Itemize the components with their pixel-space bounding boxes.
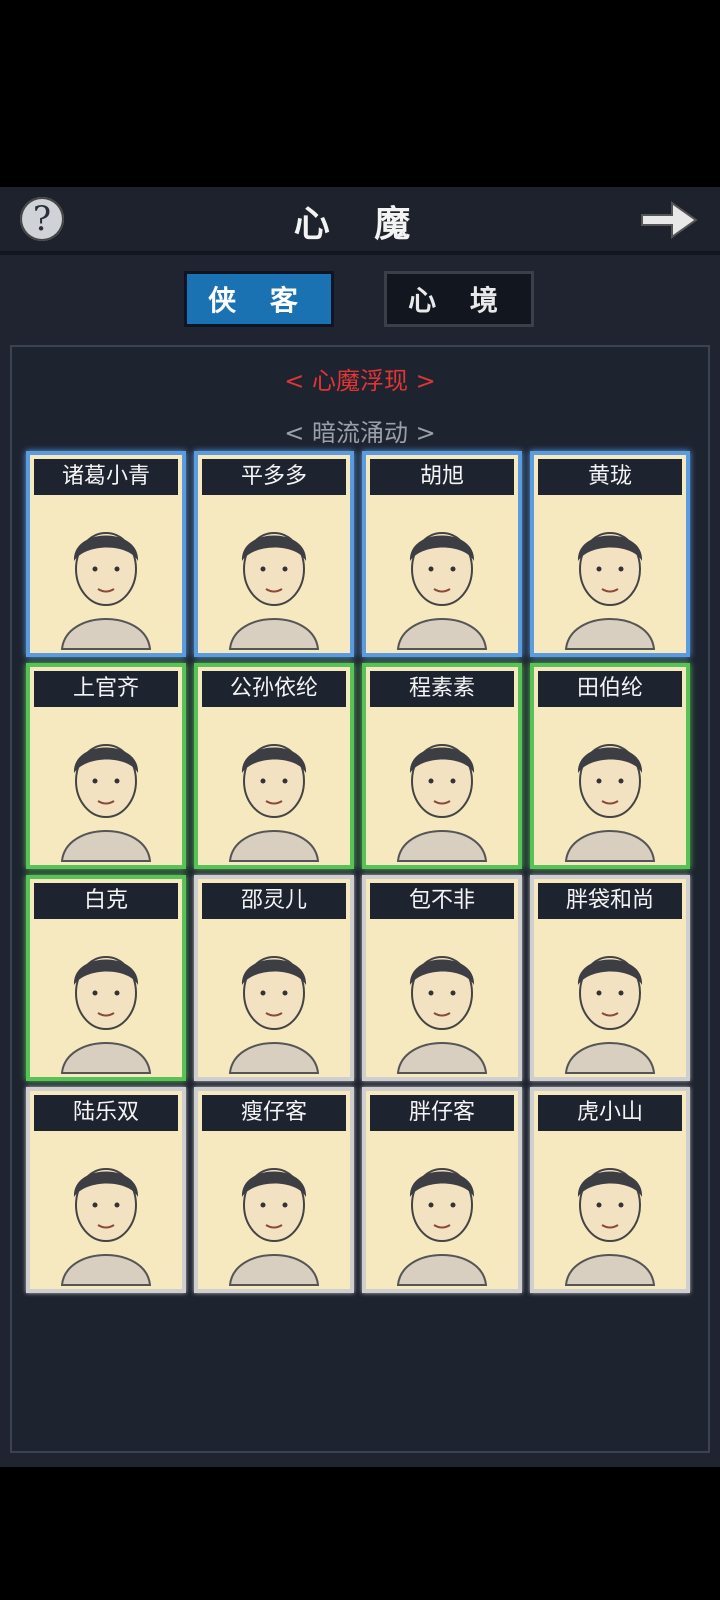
character-card[interactable]: 邵灵儿 bbox=[194, 875, 354, 1081]
character-name: 胖袋和尚 bbox=[538, 883, 682, 919]
app-frame: ? 心 魔 侠 客 心 境 < 心魔浮现 > < 暗流涌动 > 诸葛小青 平多多胡… bbox=[0, 187, 720, 1467]
character-card[interactable]: 诸葛小青 bbox=[26, 451, 186, 657]
character-portrait bbox=[32, 711, 180, 863]
character-name: 程素素 bbox=[370, 671, 514, 707]
character-card[interactable]: 包不非 bbox=[362, 875, 522, 1081]
tab-xinjing[interactable]: 心 境 bbox=[384, 271, 534, 327]
character-name: 公孙依纶 bbox=[202, 671, 346, 707]
character-card[interactable]: 黄珑 bbox=[530, 451, 690, 657]
character-panel: < 心魔浮现 > < 暗流涌动 > 诸葛小青 平多多 胡旭 黄珑上官齐 公孙依纶 程素素田… bbox=[10, 345, 710, 1453]
character-portrait bbox=[200, 499, 348, 651]
character-card[interactable]: 胖袋和尚 bbox=[530, 875, 690, 1081]
character-card[interactable]: 程素素 bbox=[362, 663, 522, 869]
character-portrait bbox=[368, 711, 516, 863]
character-card[interactable]: 陆乐双 bbox=[26, 1087, 186, 1293]
character-portrait bbox=[32, 499, 180, 651]
character-card[interactable]: 田伯纶 bbox=[530, 663, 690, 869]
section-header-anliu: < 暗流涌动 > bbox=[284, 419, 436, 447]
character-portrait bbox=[536, 923, 684, 1075]
character-portrait bbox=[368, 923, 516, 1075]
character-portrait bbox=[368, 1135, 516, 1287]
character-name: 陆乐双 bbox=[34, 1095, 178, 1131]
character-name: 胡旭 bbox=[370, 459, 514, 495]
character-portrait bbox=[200, 1135, 348, 1287]
character-name: 瘦仔客 bbox=[202, 1095, 346, 1131]
character-card[interactable]: 瘦仔客 bbox=[194, 1087, 354, 1293]
character-name: 黄珑 bbox=[538, 459, 682, 495]
character-card[interactable]: 上官齐 bbox=[26, 663, 186, 869]
character-name: 包不非 bbox=[370, 883, 514, 919]
character-portrait bbox=[32, 1135, 180, 1287]
character-name: 虎小山 bbox=[538, 1095, 682, 1131]
character-card[interactable]: 平多多 bbox=[194, 451, 354, 657]
character-name: 平多多 bbox=[202, 459, 346, 495]
character-portrait bbox=[200, 923, 348, 1075]
tab-bar: 侠 客 心 境 bbox=[0, 271, 720, 327]
character-portrait bbox=[368, 499, 516, 651]
character-card[interactable]: 胡旭 bbox=[362, 451, 522, 657]
character-card[interactable]: 公孙依纶 bbox=[194, 663, 354, 869]
tab-xiake[interactable]: 侠 客 bbox=[184, 271, 334, 327]
header-bar: ? 心 魔 bbox=[0, 187, 720, 255]
character-portrait bbox=[536, 1135, 684, 1287]
arrow-right-icon[interactable] bbox=[636, 197, 700, 243]
character-portrait bbox=[200, 711, 348, 863]
character-name: 胖仔客 bbox=[370, 1095, 514, 1131]
character-name: 邵灵儿 bbox=[202, 883, 346, 919]
character-card[interactable]: 白克 bbox=[26, 875, 186, 1081]
character-name: 白克 bbox=[34, 883, 178, 919]
character-portrait bbox=[536, 499, 684, 651]
character-name: 田伯纶 bbox=[538, 671, 682, 707]
page-title: 心 魔 bbox=[293, 203, 427, 245]
character-name: 诸葛小青 bbox=[34, 459, 178, 495]
character-portrait bbox=[32, 923, 180, 1075]
character-card[interactable]: 胖仔客 bbox=[362, 1087, 522, 1293]
character-card[interactable]: 虎小山 bbox=[530, 1087, 690, 1293]
character-name: 上官齐 bbox=[34, 671, 178, 707]
character-portrait bbox=[536, 711, 684, 863]
section-header-xinmo: < 心魔浮现 > bbox=[284, 367, 436, 395]
